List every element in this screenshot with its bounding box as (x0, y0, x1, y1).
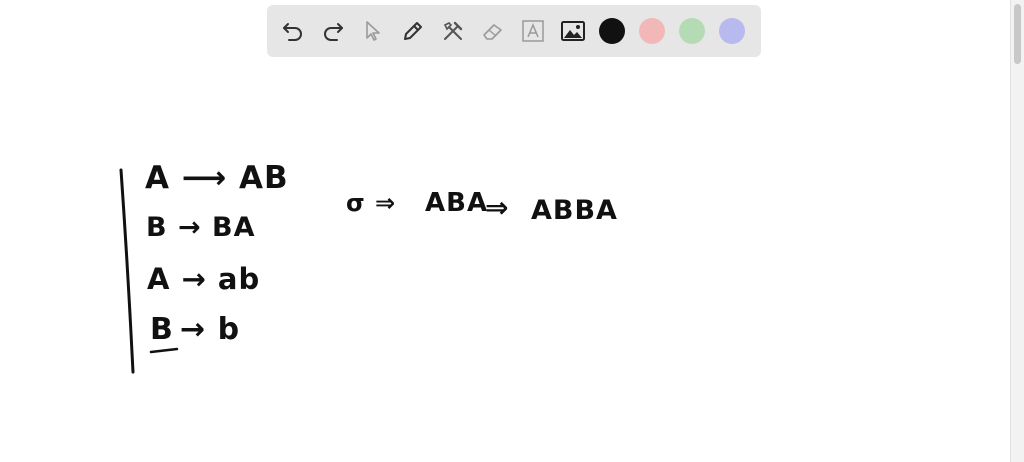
scrollbar-thumb[interactable] (1014, 4, 1021, 64)
rule-4-left-text: B (150, 312, 174, 347)
derivation-step2-text: ABBA (531, 195, 618, 226)
derivation-step1-text: ABA (425, 188, 489, 218)
derivation-start-text: σ ⇒ (346, 189, 397, 217)
rule-3-text: A → ab (147, 262, 261, 296)
derivation-arrow-text: ⇒ (485, 191, 510, 224)
rule-4-right-text: → b (180, 312, 241, 347)
left-bracket-line (119, 168, 135, 374)
rule-1-text: A ⟶ AB (145, 160, 289, 196)
vertical-scrollbar[interactable] (1010, 0, 1024, 462)
underline-stroke (149, 347, 179, 354)
rule-2-text: B → BA (146, 212, 256, 243)
